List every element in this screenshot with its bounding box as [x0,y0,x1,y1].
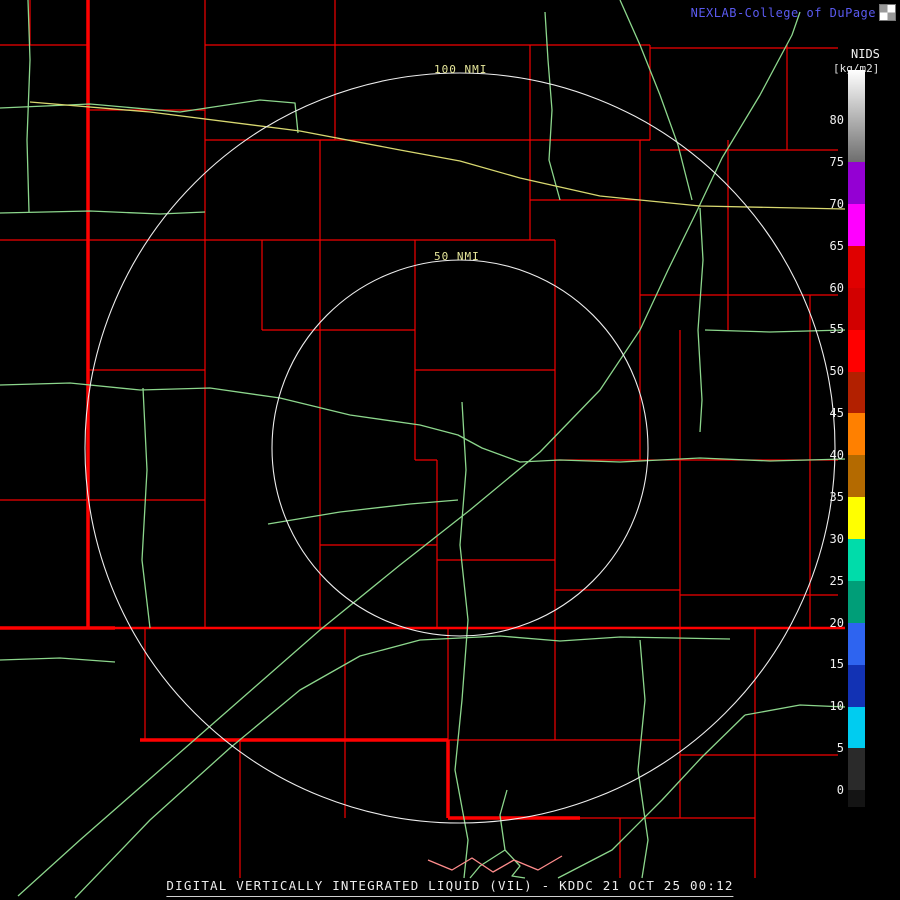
road-line [17,11,801,897]
road-line [619,0,693,201]
colorbar-tick-75: 75 [829,154,844,169]
colorbar-segment-30 [848,497,865,539]
colorbar-segment-55 [848,287,865,330]
colorbar-tick-40: 40 [829,448,844,462]
road-line [141,387,151,629]
road-line [0,99,299,134]
colorbar-segment--2 [848,790,865,807]
road-line [267,499,459,525]
pink-boundary-line [427,855,563,873]
colorbar-tick-80: 80 [829,113,844,127]
colorbar-segment-35 [848,455,865,498]
range-ring-label-50nmi: 50 NMI [434,250,480,263]
product-caption: DIGITAL VERTICALLY INTEGRATED LIQUID (VI… [166,878,734,897]
nexlab-brand-text: NEXLAB-College of DuPage [690,6,876,20]
colorbar-segment-75 [848,70,865,163]
colorbar-tick-60: 60 [829,280,844,295]
road-line [0,210,206,215]
colorbar-tick-30: 30 [829,531,844,546]
colorbar-segment-60 [848,245,865,288]
colorbar-tick-35: 35 [829,489,844,504]
road-line [637,639,649,879]
range-ring-50-nmi [271,259,649,637]
range-ring-label-100nmi: 100 NMI [434,63,488,76]
colorbar-segment-45 [848,371,865,414]
colorbar-segment-10 [848,664,865,707]
colorbar-segment-20 [848,580,865,623]
colorbar-segment-50 [848,329,865,372]
road-line [0,382,846,463]
colorbar-tick-10: 10 [829,699,844,714]
colorbar-tick-0: 0 [836,783,844,797]
colorbar-title: NIDS [851,47,880,61]
road-line [454,401,469,879]
colorbar-segment-65 [848,204,865,246]
colorbar-tick-5: 5 [836,741,844,756]
road-line [469,849,526,879]
colorbar-tick-50: 50 [829,364,844,379]
colorbar-tick-15: 15 [829,657,844,672]
radar-map [0,0,846,899]
colorbar-segment-70 [848,162,865,204]
colorbar-segment-40 [848,413,865,456]
radar-display: 100 NMI 50 NMI NEXLAB-College of DuPage … [0,0,900,900]
range-ring-100-nmi [84,72,836,824]
colorbar-segment-15 [848,622,865,665]
colorbar-segment-0 [848,748,865,791]
colorbar [848,70,865,807]
colorbar-tick-20: 20 [829,615,844,630]
road-line [697,207,704,433]
cod-logo-icon [879,4,896,21]
colorbar-tick-55: 55 [829,322,844,337]
colorbar-tick-25: 25 [829,573,844,588]
colorbar-segment-25 [848,539,865,581]
road-line [26,0,31,213]
colorbar-segment-5 [848,706,865,749]
colorbar-tick-70: 70 [829,196,844,211]
colorbar-tick-45: 45 [829,406,844,421]
colorbar-tick-65: 65 [829,238,844,253]
road-line [544,11,561,201]
road-line [74,635,731,899]
road-line [0,657,116,663]
